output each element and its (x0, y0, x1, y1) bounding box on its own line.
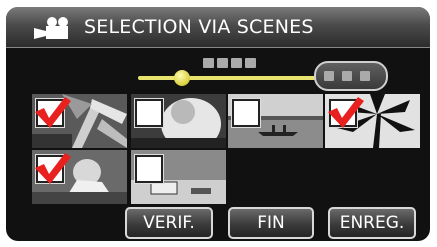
checkmark-icon (35, 153, 71, 184)
thumbnail-6[interactable] (131, 150, 226, 204)
save-button[interactable]: ENREG. (328, 207, 416, 239)
thumbnail-4[interactable] (325, 94, 420, 148)
thumbnail-3[interactable] (228, 94, 323, 148)
page-indicator (203, 53, 259, 68)
thumbnail-1[interactable] (32, 94, 127, 148)
zoom-button[interactable] (314, 61, 388, 91)
title-bar: SELECTION VIA SCENES (6, 7, 430, 48)
video-camera-icon (34, 17, 68, 39)
end-button[interactable]: FIN (228, 207, 314, 239)
screen-title: SELECTION VIA SCENES (84, 16, 314, 38)
checkbox-unchecked[interactable] (135, 99, 163, 127)
checkmark-icon (35, 97, 71, 128)
checkbox-unchecked[interactable] (232, 99, 260, 127)
thumbnail-2[interactable] (131, 94, 226, 148)
checkbox-unchecked[interactable] (135, 155, 163, 183)
thumbnail-5[interactable] (32, 150, 127, 204)
checkmark-icon (328, 97, 364, 128)
verify-button[interactable]: VERIF. (125, 207, 213, 239)
scroll-knob[interactable] (174, 70, 190, 86)
screen: SELECTION VIA SCENES VERIF. FIN ENREG. (6, 7, 430, 241)
scroll-bar[interactable] (138, 76, 316, 80)
